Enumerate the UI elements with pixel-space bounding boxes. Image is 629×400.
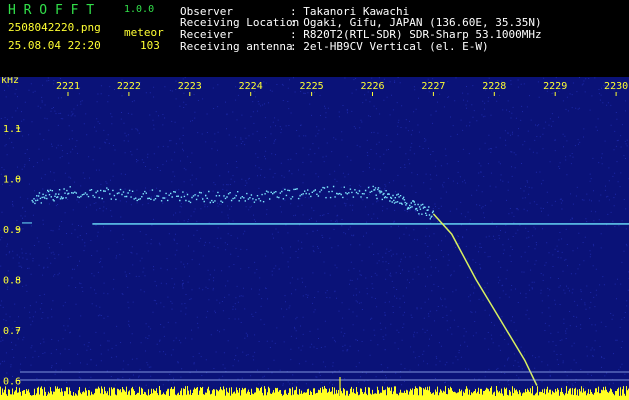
antenna-label: Receiving antenna — [180, 40, 293, 53]
x-tick-label: 2222 — [117, 81, 141, 92]
capture-datetime: 25.08.04 22:20 — [8, 39, 101, 52]
x-tick-label: 2224 — [239, 81, 263, 92]
y-tick-label: 1.0 — [3, 175, 21, 186]
y-tick-label: 0.8 — [3, 276, 21, 287]
x-tick-label: 2228 — [482, 81, 506, 92]
y-tick-label: 1.1 — [3, 124, 21, 135]
x-tick-label: 2230 — [604, 81, 628, 92]
x-tick-label: 2223 — [178, 81, 202, 92]
location-value: : Ogaki, Gifu, JAPAN (136.60E, 35.35N) — [290, 16, 542, 29]
y-axis-unit: kHz — [1, 77, 19, 86]
x-tick-label: 2227 — [421, 81, 445, 92]
x-tick-label: 2225 — [300, 81, 324, 92]
app-name: H R O F F T — [8, 3, 95, 18]
receiver-label: Receiver — [180, 28, 233, 41]
antenna-value: : 2el-HB9CV Vertical (el. E-W) — [290, 40, 489, 53]
y-tick-label: 0.6 — [3, 377, 21, 388]
x-tick-label: 2221 — [56, 81, 80, 92]
app-version: 1.0.0 — [124, 4, 155, 15]
plot-background — [0, 77, 629, 400]
detection-mode: meteor — [124, 26, 164, 39]
x-tick-label: 2229 — [543, 81, 567, 92]
image-filename: 2508042220.png — [8, 21, 101, 34]
x-tick-label: 2226 — [360, 81, 384, 92]
detection-count: 103 — [140, 39, 160, 52]
y-tick-label: 0.7 — [3, 326, 21, 337]
y-tick-label: 0.9 — [3, 225, 21, 236]
location-label: Receiving Location — [180, 16, 300, 29]
spectrogram-plot: kHz 2221 2222 2223 2224 2225 2226 2227 2228 2229 2… — [0, 77, 629, 400]
receiver-value: : R820T2(RTL-SDR) SDR-Sharp 53.1000MHz — [290, 28, 542, 41]
header-panel: H R O F F T 1.0.0 2508042220.png meteor … — [0, 0, 629, 77]
